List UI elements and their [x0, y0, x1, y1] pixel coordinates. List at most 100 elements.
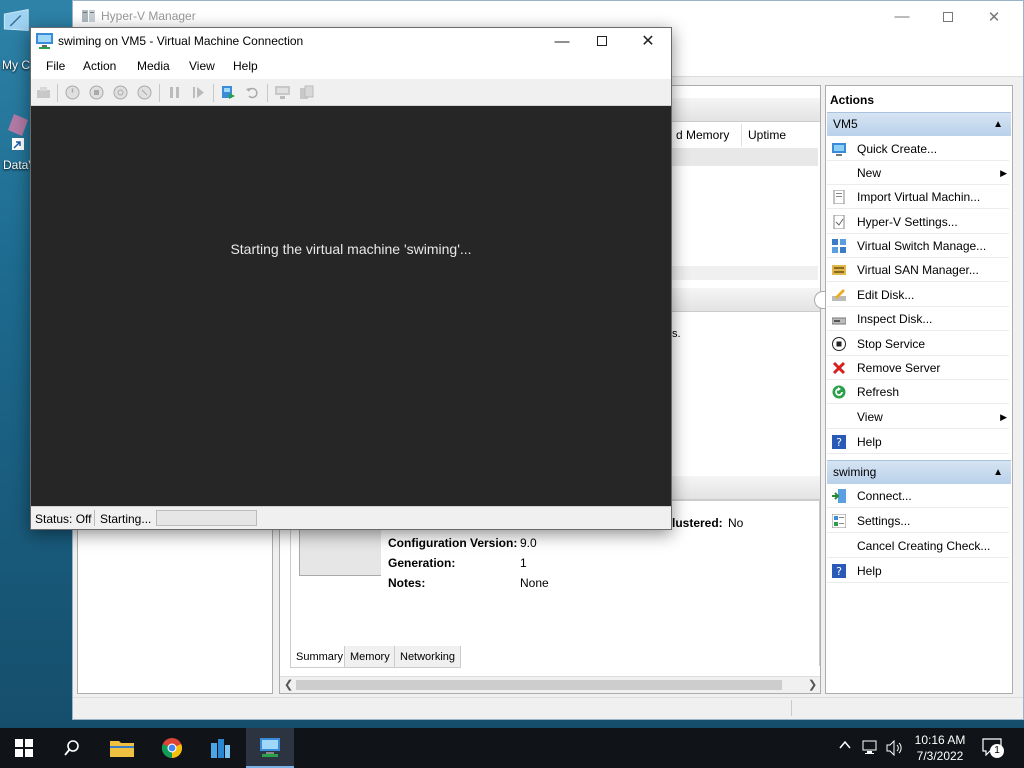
vm-maximize-button[interactable]: [579, 28, 625, 54]
action-label: Settings...: [857, 514, 911, 528]
toolbar-separator: [213, 84, 214, 102]
remove-red-x-icon: [832, 361, 846, 375]
menu-help[interactable]: Help: [233, 59, 258, 73]
action-quick-create[interactable]: Quick Create...: [827, 137, 1009, 161]
scroll-left-icon[interactable]: ❮: [284, 678, 293, 691]
resume-icon[interactable]: [191, 85, 206, 100]
collapse-caret-icon[interactable]: ▲: [993, 113, 1003, 136]
scroll-thumb[interactable]: [296, 680, 782, 690]
clock-time: 10:16 AM: [914, 733, 966, 747]
tab-summary[interactable]: Summary: [290, 646, 350, 668]
submenu-arrow-icon: ▶: [1000, 412, 1007, 422]
help-icon: ?: [832, 564, 846, 578]
toolbar-separator: [267, 84, 268, 102]
column-header-memory[interactable]: d Memory: [670, 124, 740, 146]
import-vm-icon: [833, 190, 845, 204]
action-inspect-disk[interactable]: Inspect Disk...: [827, 307, 1009, 331]
stop-service-icon: [832, 337, 846, 351]
actions-group-swiming[interactable]: swiming ▲: [827, 460, 1011, 484]
action-view[interactable]: View ▶: [827, 405, 1009, 429]
collapse-caret-icon[interactable]: ▲: [993, 461, 1003, 484]
vm-list-hscroll[interactable]: [672, 266, 818, 280]
show-hidden-icons-button[interactable]: [838, 738, 852, 755]
start-button[interactable]: [0, 728, 48, 768]
action-label: Edit Disk...: [857, 288, 915, 302]
action-label: Virtual Switch Manage...: [857, 239, 987, 253]
settings-page-icon: [833, 215, 845, 229]
taskbar-server-manager[interactable]: [196, 728, 244, 768]
edit-disk-icon: [832, 289, 846, 301]
chevron-up-icon: [839, 740, 851, 749]
network-tray-button[interactable]: [862, 740, 880, 759]
action-vm-settings[interactable]: Settings...: [827, 509, 1009, 533]
inspect-disk-icon: [832, 317, 846, 325]
column-header-uptime[interactable]: Uptime: [741, 124, 820, 146]
action-hyperv-settings[interactable]: Hyper-V Settings...: [827, 210, 1009, 234]
hyperv-close-button[interactable]: ✕: [971, 1, 1017, 32]
action-new[interactable]: New ▶: [827, 161, 1009, 185]
details-hscrollbar[interactable]: ❮ ❯: [280, 676, 820, 693]
action-import-vm[interactable]: Import Virtual Machin...: [827, 185, 1009, 209]
action-connect[interactable]: Connect...: [827, 484, 1009, 508]
action-label: Quick Create...: [857, 142, 938, 156]
action-help-swiming[interactable]: ? Help: [827, 559, 1009, 583]
windows-logo-icon: [15, 739, 33, 757]
vm-connection-app-icon: [36, 33, 53, 49]
action-label: Stop Service: [857, 337, 926, 351]
pause-icon[interactable]: [167, 85, 182, 100]
menu-view[interactable]: View: [189, 59, 215, 73]
volume-tray-button[interactable]: [886, 739, 904, 759]
folder-icon: [110, 741, 134, 757]
hyperv-minimize-button[interactable]: —: [879, 1, 925, 32]
search-button[interactable]: [48, 728, 96, 768]
actions-group-vm5[interactable]: VM5 ▲: [827, 112, 1011, 136]
taskbar-hyperv-manager[interactable]: [246, 728, 294, 768]
hyperv-maximize-button[interactable]: [925, 1, 971, 32]
action-virtual-san-manager[interactable]: Virtual SAN Manager...: [827, 258, 1009, 282]
tab-networking[interactable]: Networking: [394, 646, 462, 668]
desktop-icon-data[interactable]: DataV: [0, 110, 36, 172]
network-icon: [862, 740, 877, 754]
vm-close-button[interactable]: ✕: [625, 28, 671, 54]
hyperv-manager-icon: [260, 738, 280, 757]
action-help-vm5[interactable]: ? Help: [827, 430, 1009, 454]
revert-icon[interactable]: [245, 85, 260, 100]
desktop-icon-my-computer[interactable]: My C: [0, 8, 34, 72]
menu-file[interactable]: File: [46, 59, 65, 73]
action-center-button[interactable]: 1: [982, 738, 1008, 760]
scroll-right-icon[interactable]: ❯: [808, 678, 817, 691]
start-icon[interactable]: [65, 85, 80, 100]
vm-status-bar: Status: Off Starting...: [31, 506, 671, 529]
vm-window-title: swiming on VM5 - Virtual Machine Connect…: [58, 34, 304, 48]
ctrl-alt-del-icon[interactable]: [36, 85, 51, 100]
enhanced-session-icon[interactable]: [275, 85, 290, 100]
shut-down-icon[interactable]: [113, 85, 128, 100]
menu-media[interactable]: Media: [137, 59, 170, 73]
checkpoint-icon[interactable]: [221, 85, 236, 100]
action-edit-disk[interactable]: Edit Disk...: [827, 283, 1009, 307]
clock[interactable]: 10:16 AM 7/3/2022: [912, 732, 968, 764]
save-state-icon[interactable]: [137, 85, 152, 100]
tab-memory[interactable]: Memory: [344, 646, 396, 668]
action-stop-service[interactable]: Stop Service: [827, 332, 1009, 356]
action-remove-server[interactable]: Remove Server: [827, 356, 1009, 380]
menu-action[interactable]: Action: [83, 59, 116, 73]
turn-off-icon[interactable]: [89, 85, 104, 100]
action-refresh[interactable]: Refresh: [827, 380, 1009, 404]
toolbar-separator: [159, 84, 160, 102]
vm-menu-bar: File Action Media View Help: [31, 54, 671, 79]
config-version-value: 9.0: [520, 536, 537, 550]
action-label: Help: [857, 435, 882, 449]
taskbar-file-explorer[interactable]: [98, 728, 146, 768]
refresh-green-icon: [832, 385, 846, 399]
config-version-label: Configuration Version:: [388, 536, 518, 550]
taskbar-chrome[interactable]: [148, 728, 196, 768]
action-cancel-creating-checkpoint[interactable]: Cancel Creating Check...: [827, 534, 1009, 558]
vm-display-area[interactable]: Starting the virtual machine 'swiming'..…: [31, 106, 671, 506]
vm-title-bar[interactable]: swiming on VM5 - Virtual Machine Connect…: [31, 28, 671, 54]
vm-list-row[interactable]: [672, 148, 818, 166]
share-icon[interactable]: [299, 85, 314, 100]
vm-connection-window[interactable]: swiming on VM5 - Virtual Machine Connect…: [30, 27, 672, 530]
actions-pane: Actions VM5 ▲ Quick Create... New ▶ Impo…: [825, 85, 1013, 694]
action-virtual-switch-manager[interactable]: Virtual Switch Manage...: [827, 234, 1009, 258]
